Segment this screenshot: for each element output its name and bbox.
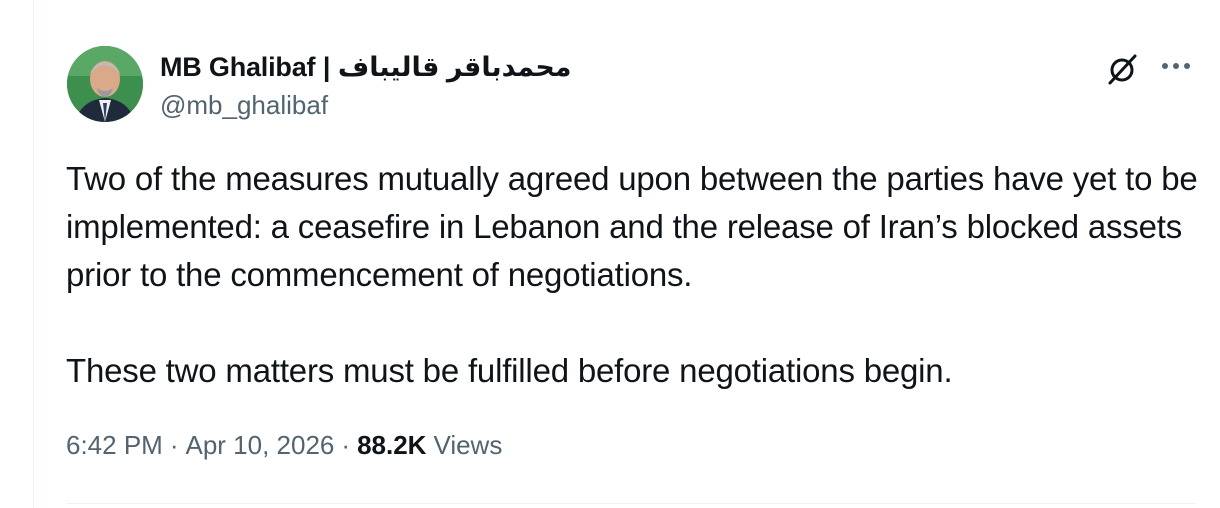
tweet[interactable]: محمدباقر قالیباف | MB Ghalibaf @mb_ghali… [34,0,1220,508]
grok-icon[interactable] [1106,52,1140,86]
tweet-time[interactable]: 6:42 PM [66,430,163,461]
tweet-paragraph: These two matters must be fulfilled befo… [66,352,953,389]
avatar[interactable] [67,46,143,122]
meta-separator: · [169,430,179,460]
author-display-name[interactable]: محمدباقر قالیباف | MB Ghalibaf [160,52,572,83]
author-name-row[interactable]: محمدباقر قالیباف | MB Ghalibaf [160,50,572,84]
views-count[interactable]: 88.2K [357,430,426,461]
more-options-icon[interactable] [1158,52,1194,82]
views-label[interactable]: Views [433,430,502,461]
meta-separator: · [341,430,351,460]
tweet-text: Two of the measures mutually agreed upon… [66,155,1216,395]
avatar-image [67,46,143,122]
author-handle[interactable]: @mb_ghalibaf [160,90,328,121]
tweet-meta: 6:42 PM · Apr 10, 2026 · 88.2K Views [66,430,502,461]
divider [66,503,1196,504]
tweet-paragraph: Two of the measures mutually agreed upon… [66,160,1198,293]
tweet-date[interactable]: Apr 10, 2026 [186,430,335,461]
